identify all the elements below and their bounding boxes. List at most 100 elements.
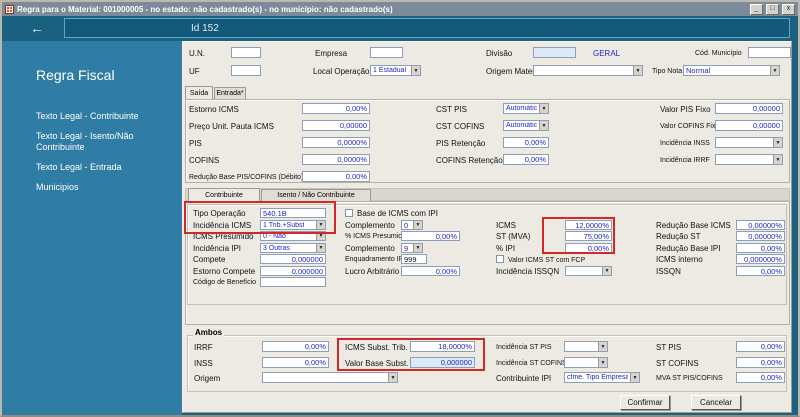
dropdown-arrow-icon[interactable]: ▼ bbox=[598, 342, 607, 351]
sidebar-item-municipios[interactable]: Municipios bbox=[36, 182, 182, 193]
dropdown-arrow-icon[interactable]: ▼ bbox=[633, 66, 642, 75]
estorno-compete-input[interactable]: 0,000000 bbox=[260, 266, 326, 276]
valor-cofins-fixo-input[interactable]: 0,00000 bbox=[715, 120, 783, 131]
dropdown-arrow-icon[interactable]: ▼ bbox=[770, 66, 779, 75]
dropdown-arrow-icon[interactable]: ▼ bbox=[411, 66, 420, 75]
dropdown-arrow-icon[interactable]: ▼ bbox=[539, 104, 548, 113]
complemento2-select[interactable]: 9 ▼ bbox=[401, 243, 423, 253]
estorno-icms-input[interactable]: 0,00% bbox=[302, 103, 370, 114]
st-mva-input[interactable]: 75,00% bbox=[565, 231, 612, 241]
confirm-button[interactable]: Confirmar bbox=[620, 395, 670, 410]
dropdown-arrow-icon[interactable]: ▼ bbox=[602, 267, 611, 275]
incidencia-st-pis-select[interactable]: ▼ bbox=[564, 341, 608, 352]
local-operacao-select[interactable]: 1 Estadual ▼ bbox=[370, 65, 421, 76]
pct-icms-presumido-input[interactable]: 0,00% bbox=[401, 231, 460, 241]
pis-retencao-input[interactable]: 0,00% bbox=[503, 137, 549, 148]
irrf-input[interactable]: 0,00% bbox=[262, 341, 329, 352]
maximize-icon[interactable]: □ bbox=[766, 3, 779, 15]
contribuinte-ipi-label: Contribuinte IPI bbox=[496, 374, 552, 383]
lucro-arbitrario-input[interactable]: 0,00% bbox=[401, 266, 460, 276]
compete-input[interactable]: 0,000000 bbox=[260, 254, 326, 264]
pis-input[interactable]: 0,0000% bbox=[302, 137, 370, 148]
incidencia-inss-select[interactable]: ▼ bbox=[715, 137, 783, 148]
divisao-input[interactable] bbox=[533, 47, 576, 58]
origem-material-select[interactable]: ▼ bbox=[533, 65, 643, 76]
dropdown-arrow-icon[interactable]: ▼ bbox=[316, 244, 325, 252]
codigo-beneficio-input[interactable] bbox=[260, 277, 326, 287]
valor-icms-st-fcp-checkbox[interactable] bbox=[496, 255, 504, 263]
un-input[interactable] bbox=[231, 47, 261, 58]
estorno-icms-label: Estorno ICMS bbox=[189, 105, 239, 114]
icms-input[interactable]: 12,0000% bbox=[565, 220, 612, 230]
reducao-base-pis-cofins-input[interactable]: 0,00% bbox=[302, 171, 370, 182]
dropdown-arrow-icon[interactable]: ▼ bbox=[388, 373, 397, 382]
tipo-operacao-input[interactable]: 540.1B bbox=[260, 208, 326, 218]
cst-pis-select[interactable]: Automático ▼ bbox=[503, 103, 549, 114]
incidencia-st-cofins-select[interactable]: ▼ bbox=[564, 357, 608, 368]
tab-entrada[interactable]: Entrada* bbox=[214, 87, 246, 99]
issqn-input[interactable]: 0,00% bbox=[736, 266, 785, 276]
minimize-icon[interactable]: _ bbox=[750, 3, 763, 15]
cst-pis-value: Automático bbox=[506, 105, 537, 112]
cod-municipio-label: Cód. Município bbox=[695, 50, 742, 57]
incidencia-ipi-select[interactable]: 3 Outras ▼ bbox=[260, 243, 326, 253]
tab-saida[interactable]: Saída bbox=[185, 86, 213, 99]
icms-presumido-label: ICMS Presumido bbox=[193, 232, 254, 241]
dropdown-arrow-icon[interactable]: ▼ bbox=[773, 155, 782, 164]
icms-interno-input[interactable]: 0,000000% bbox=[736, 254, 785, 264]
title-bar: Regra para o Material: 001000005 - no es… bbox=[2, 2, 798, 16]
cofins-input[interactable]: 0,0000% bbox=[302, 154, 370, 165]
incidencia-issqn-label: Incidência ISSQN bbox=[496, 267, 560, 276]
back-arrow-icon[interactable]: ← bbox=[30, 19, 44, 37]
reducao-base-ipi-input[interactable]: 0,00% bbox=[736, 243, 785, 253]
cofins-retencao-input[interactable]: 0,00% bbox=[503, 154, 549, 165]
st-pis-input[interactable]: 0,00% bbox=[736, 341, 785, 352]
icms-presumido-select[interactable]: 0 - Não ▼ bbox=[260, 231, 326, 241]
enquadramento-ipi-label: Enquadramento IPI bbox=[345, 256, 406, 263]
sidebar-item-texto-legal-isento[interactable]: Texto Legal - Isento/Não Contribuinte bbox=[36, 131, 182, 153]
dropdown-arrow-icon[interactable]: ▼ bbox=[413, 221, 422, 229]
dropdown-arrow-icon[interactable]: ▼ bbox=[413, 244, 422, 252]
dropdown-arrow-icon[interactable]: ▼ bbox=[316, 232, 325, 240]
sidebar-item-texto-legal-contribuinte[interactable]: Texto Legal - Contribuinte bbox=[36, 111, 182, 122]
inss-input[interactable]: 0,00% bbox=[262, 357, 329, 368]
contribuinte-ipi-select[interactable]: cfme. Tipo Empresa ▼ bbox=[564, 372, 640, 383]
tipo-nota-select[interactable]: Normal ▼ bbox=[683, 65, 780, 76]
cst-cofins-select[interactable]: Automático ▼ bbox=[503, 120, 549, 131]
incidencia-icms-select[interactable]: 1 Trib.+Subst ▼ bbox=[260, 220, 326, 230]
valor-pis-fixo-label: Valor PIS Fixo bbox=[660, 105, 711, 114]
valor-pis-fixo-input[interactable]: 0,00000 bbox=[715, 103, 783, 114]
enquadramento-ipi-input[interactable]: 999 bbox=[401, 254, 427, 264]
dropdown-arrow-icon[interactable]: ▼ bbox=[773, 138, 782, 147]
tab-contribuinte[interactable]: Contribuinte bbox=[188, 188, 260, 201]
sidebar-item-texto-legal-entrada[interactable]: Texto Legal - Entrada bbox=[36, 162, 182, 173]
empresa-input[interactable] bbox=[370, 47, 403, 58]
incidencia-issqn-select[interactable]: ▼ bbox=[565, 266, 612, 276]
reducao-st-input[interactable]: 0,00000% bbox=[736, 231, 785, 241]
dropdown-arrow-icon[interactable]: ▼ bbox=[539, 121, 548, 130]
mva-st-pis-cofins-input[interactable]: 0,00% bbox=[736, 372, 785, 383]
icms-subst-trib-label: ICMS Subst. Trib. bbox=[345, 343, 408, 352]
st-cofins-input[interactable]: 0,00% bbox=[736, 357, 785, 368]
reducao-base-ipi-label: Redução Base IPI bbox=[656, 244, 721, 253]
dropdown-arrow-icon[interactable]: ▼ bbox=[598, 358, 607, 367]
base-icms-ipi-checkbox[interactable] bbox=[345, 209, 353, 217]
incidencia-irrf-select[interactable]: ▼ bbox=[715, 154, 783, 165]
pct-ipi-input[interactable]: 0,00% bbox=[565, 243, 612, 253]
incidencia-icms-value: 1 Trib.+Subst bbox=[263, 221, 305, 229]
cod-municipio-input[interactable] bbox=[748, 47, 791, 58]
origem-select[interactable]: ▼ bbox=[262, 372, 398, 383]
incidencia-ipi-label: Incidência IPI bbox=[193, 244, 242, 253]
valor-base-subst-input[interactable]: 0,000000 bbox=[410, 357, 475, 368]
icms-label: ICMS bbox=[496, 221, 516, 230]
dropdown-arrow-icon[interactable]: ▼ bbox=[630, 373, 639, 382]
cancel-button[interactable]: Cancelar bbox=[691, 395, 741, 410]
icms-subst-trib-input[interactable]: 18,0000% bbox=[410, 341, 475, 352]
dropdown-arrow-icon[interactable]: ▼ bbox=[316, 221, 325, 229]
tab-isento[interactable]: Isento / Não Contribuinte bbox=[261, 189, 371, 201]
close-icon[interactable]: x bbox=[782, 3, 795, 15]
uf-input[interactable] bbox=[231, 65, 261, 76]
complemento1-select[interactable]: 0 ▼ bbox=[401, 220, 423, 230]
reducao-base-icms-input[interactable]: 0,00000% bbox=[736, 220, 785, 230]
preco-pauta-input[interactable]: 0,00000 bbox=[302, 120, 370, 131]
